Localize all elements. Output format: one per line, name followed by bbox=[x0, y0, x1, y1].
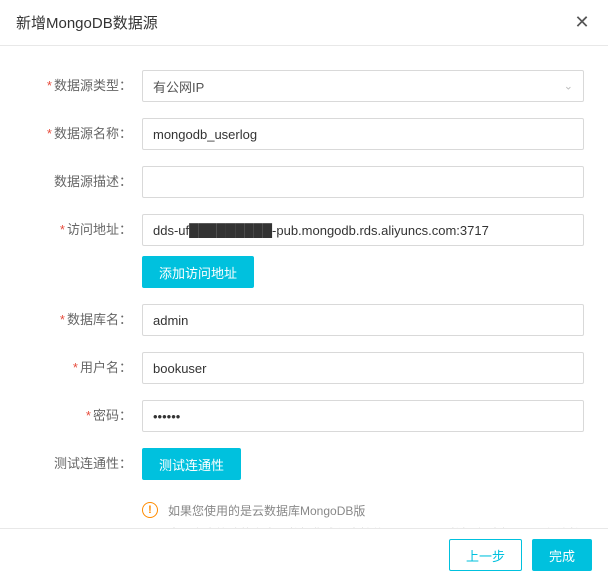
dialog-body: *数据源类型： 有公网IP ⌄ *数据源名称： 数据源描述： *访问地址： bbox=[0, 46, 608, 528]
previous-button[interactable]: 上一步 bbox=[449, 539, 522, 571]
database-name-input[interactable] bbox=[142, 304, 584, 336]
info-box: ! 如果您使用的是云数据库MongoDB版 出于安全策略的考虑，数据集成仅支持使… bbox=[24, 500, 584, 528]
datasource-desc-input[interactable] bbox=[142, 166, 584, 198]
dialog-footer: 上一步 完成 bbox=[0, 528, 608, 581]
datasource-type-select[interactable]: 有公网IP ⌄ bbox=[142, 70, 584, 102]
dialog-header: 新增MongoDB数据源 ✕ bbox=[0, 0, 608, 46]
chevron-down-icon: ⌄ bbox=[564, 80, 573, 93]
access-url-input[interactable] bbox=[142, 214, 584, 246]
add-url-button[interactable]: 添加访问地址 bbox=[142, 256, 254, 288]
test-connection-button[interactable]: 测试连通性 bbox=[142, 448, 241, 480]
password-input[interactable] bbox=[142, 400, 584, 432]
label-desc: 数据源描述： bbox=[24, 166, 142, 198]
dialog-title: 新增MongoDB数据源 bbox=[16, 12, 158, 33]
datasource-name-input[interactable] bbox=[142, 118, 584, 150]
username-input[interactable] bbox=[142, 352, 584, 384]
close-button[interactable]: ✕ bbox=[572, 13, 592, 33]
label-db: *数据库名： bbox=[24, 304, 142, 336]
close-icon: ✕ bbox=[574, 12, 589, 33]
label-pwd: *密码： bbox=[24, 400, 142, 432]
label-type: *数据源类型： bbox=[24, 70, 142, 102]
label-user: *用户名： bbox=[24, 352, 142, 384]
select-value: 有公网IP bbox=[153, 77, 204, 96]
label-test: 测试连通性： bbox=[24, 448, 142, 480]
finish-button[interactable]: 完成 bbox=[532, 539, 592, 571]
label-name: *数据源名称： bbox=[24, 118, 142, 150]
label-url: *访问地址： bbox=[24, 214, 142, 246]
info-text: 如果您使用的是云数据库MongoDB版 出于安全策略的考虑，数据集成仅支持使用M… bbox=[168, 500, 581, 528]
info-icon: ! bbox=[142, 502, 158, 518]
